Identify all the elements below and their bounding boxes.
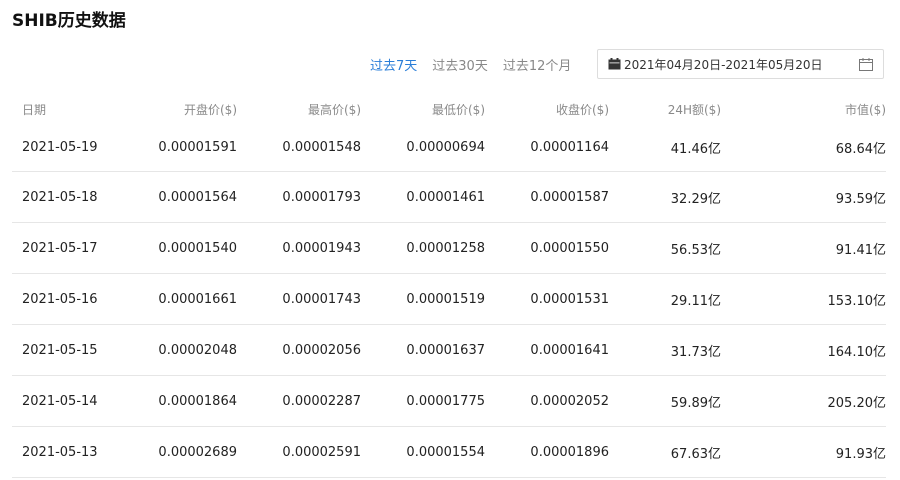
cell-close: 0.00002052 (485, 375, 609, 427)
cell-date: 2021-05-19 (12, 123, 112, 172)
cell-date: 2021-05-15 (12, 324, 112, 376)
table-row: 2021-05-19 0.00001591 0.00001548 0.00000… (12, 123, 886, 172)
page-title: SHIB历史数据 (12, 11, 126, 31)
table-row: 2021-05-16 0.00001661 0.00001743 0.00001… (12, 273, 886, 325)
table-row: 2021-05-14 0.00001864 0.00002287 0.00001… (12, 375, 886, 427)
col-header-date: 日期 (22, 102, 47, 117)
col-header-low: 最低价($) (432, 102, 485, 117)
cell-volume: 31.73亿 (609, 324, 721, 376)
cell-volume: 56.53亿 (609, 222, 721, 274)
calendar-icon (608, 58, 621, 70)
cell-close: 0.00001587 (485, 171, 609, 223)
col-header-high: 最高价($) (308, 102, 361, 117)
history-table: 日期 开盘价($) 最高价($) 最低价($) 收盘价($) 24H额($) 市… (12, 95, 886, 478)
col-header-open: 开盘价($) (184, 102, 237, 117)
cell-market-cap: 164.10亿 (721, 324, 886, 376)
cell-volume: 59.89亿 (609, 375, 721, 427)
table-header-row: 日期 开盘价($) 最高价($) 最低价($) 收盘价($) 24H额($) 市… (12, 95, 886, 123)
table-row: 2021-05-13 0.00002689 0.00002591 0.00001… (12, 426, 886, 478)
range-12m-button[interactable]: 过去12个月 (503, 55, 572, 74)
col-header-volume: 24H额($) (667, 102, 721, 117)
cell-date: 2021-05-14 (12, 375, 112, 427)
cell-high: 0.00001548 (237, 123, 361, 172)
cell-market-cap: 91.41亿 (721, 222, 886, 274)
cell-open: 0.00002689 (112, 426, 237, 478)
cell-high: 0.00002287 (237, 375, 361, 427)
cell-market-cap: 68.64亿 (721, 123, 886, 172)
date-range-text: 2021年04月20日-2021年05月20日 (624, 57, 823, 72)
cell-low: 0.00001775 (361, 375, 485, 427)
cell-close: 0.00001164 (485, 123, 609, 172)
cell-low: 0.00001258 (361, 222, 485, 274)
cell-high: 0.00002591 (237, 426, 361, 478)
range-filter-group: 过去7天 过去30天 过去12个月 (370, 49, 586, 79)
range-30d-button[interactable]: 过去30天 (432, 55, 488, 74)
cell-date: 2021-05-16 (12, 273, 112, 325)
date-range-picker[interactable]: 2021年04月20日-2021年05月20日 (597, 49, 884, 79)
cell-open: 0.00001564 (112, 171, 237, 223)
cell-market-cap: 205.20亿 (721, 375, 886, 427)
table-row: 2021-05-17 0.00001540 0.00001943 0.00001… (12, 222, 886, 274)
cell-volume: 67.63亿 (609, 426, 721, 478)
cell-market-cap: 93.59亿 (721, 171, 886, 223)
cell-low: 0.00001637 (361, 324, 485, 376)
cell-open: 0.00002048 (112, 324, 237, 376)
cell-high: 0.00001943 (237, 222, 361, 274)
cell-market-cap: 153.10亿 (721, 273, 886, 325)
cell-low: 0.00001519 (361, 273, 485, 325)
cell-low: 0.00001461 (361, 171, 485, 223)
cell-date: 2021-05-13 (12, 426, 112, 478)
col-header-close: 收盘价($) (556, 102, 609, 117)
cell-low: 0.00000694 (361, 123, 485, 172)
col-header-market-cap: 市值($) (845, 102, 886, 117)
calendar-picker-icon[interactable] (859, 57, 873, 71)
cell-open: 0.00001661 (112, 273, 237, 325)
cell-open: 0.00001864 (112, 375, 237, 427)
cell-close: 0.00001531 (485, 273, 609, 325)
range-7d-button[interactable]: 过去7天 (370, 55, 417, 74)
cell-volume: 29.11亿 (609, 273, 721, 325)
cell-close: 0.00001550 (485, 222, 609, 274)
cell-date: 2021-05-17 (12, 222, 112, 274)
cell-close: 0.00001896 (485, 426, 609, 478)
cell-open: 0.00001540 (112, 222, 237, 274)
cell-close: 0.00001641 (485, 324, 609, 376)
cell-volume: 41.46亿 (609, 123, 721, 172)
cell-high: 0.00001743 (237, 273, 361, 325)
table-row: 2021-05-18 0.00001564 0.00001793 0.00001… (12, 171, 886, 223)
cell-market-cap: 91.93亿 (721, 426, 886, 478)
cell-volume: 32.29亿 (609, 171, 721, 223)
cell-open: 0.00001591 (112, 123, 237, 172)
table-row: 2021-05-15 0.00002048 0.00002056 0.00001… (12, 324, 886, 376)
cell-high: 0.00002056 (237, 324, 361, 376)
cell-high: 0.00001793 (237, 171, 361, 223)
cell-low: 0.00001554 (361, 426, 485, 478)
cell-date: 2021-05-18 (12, 171, 112, 223)
